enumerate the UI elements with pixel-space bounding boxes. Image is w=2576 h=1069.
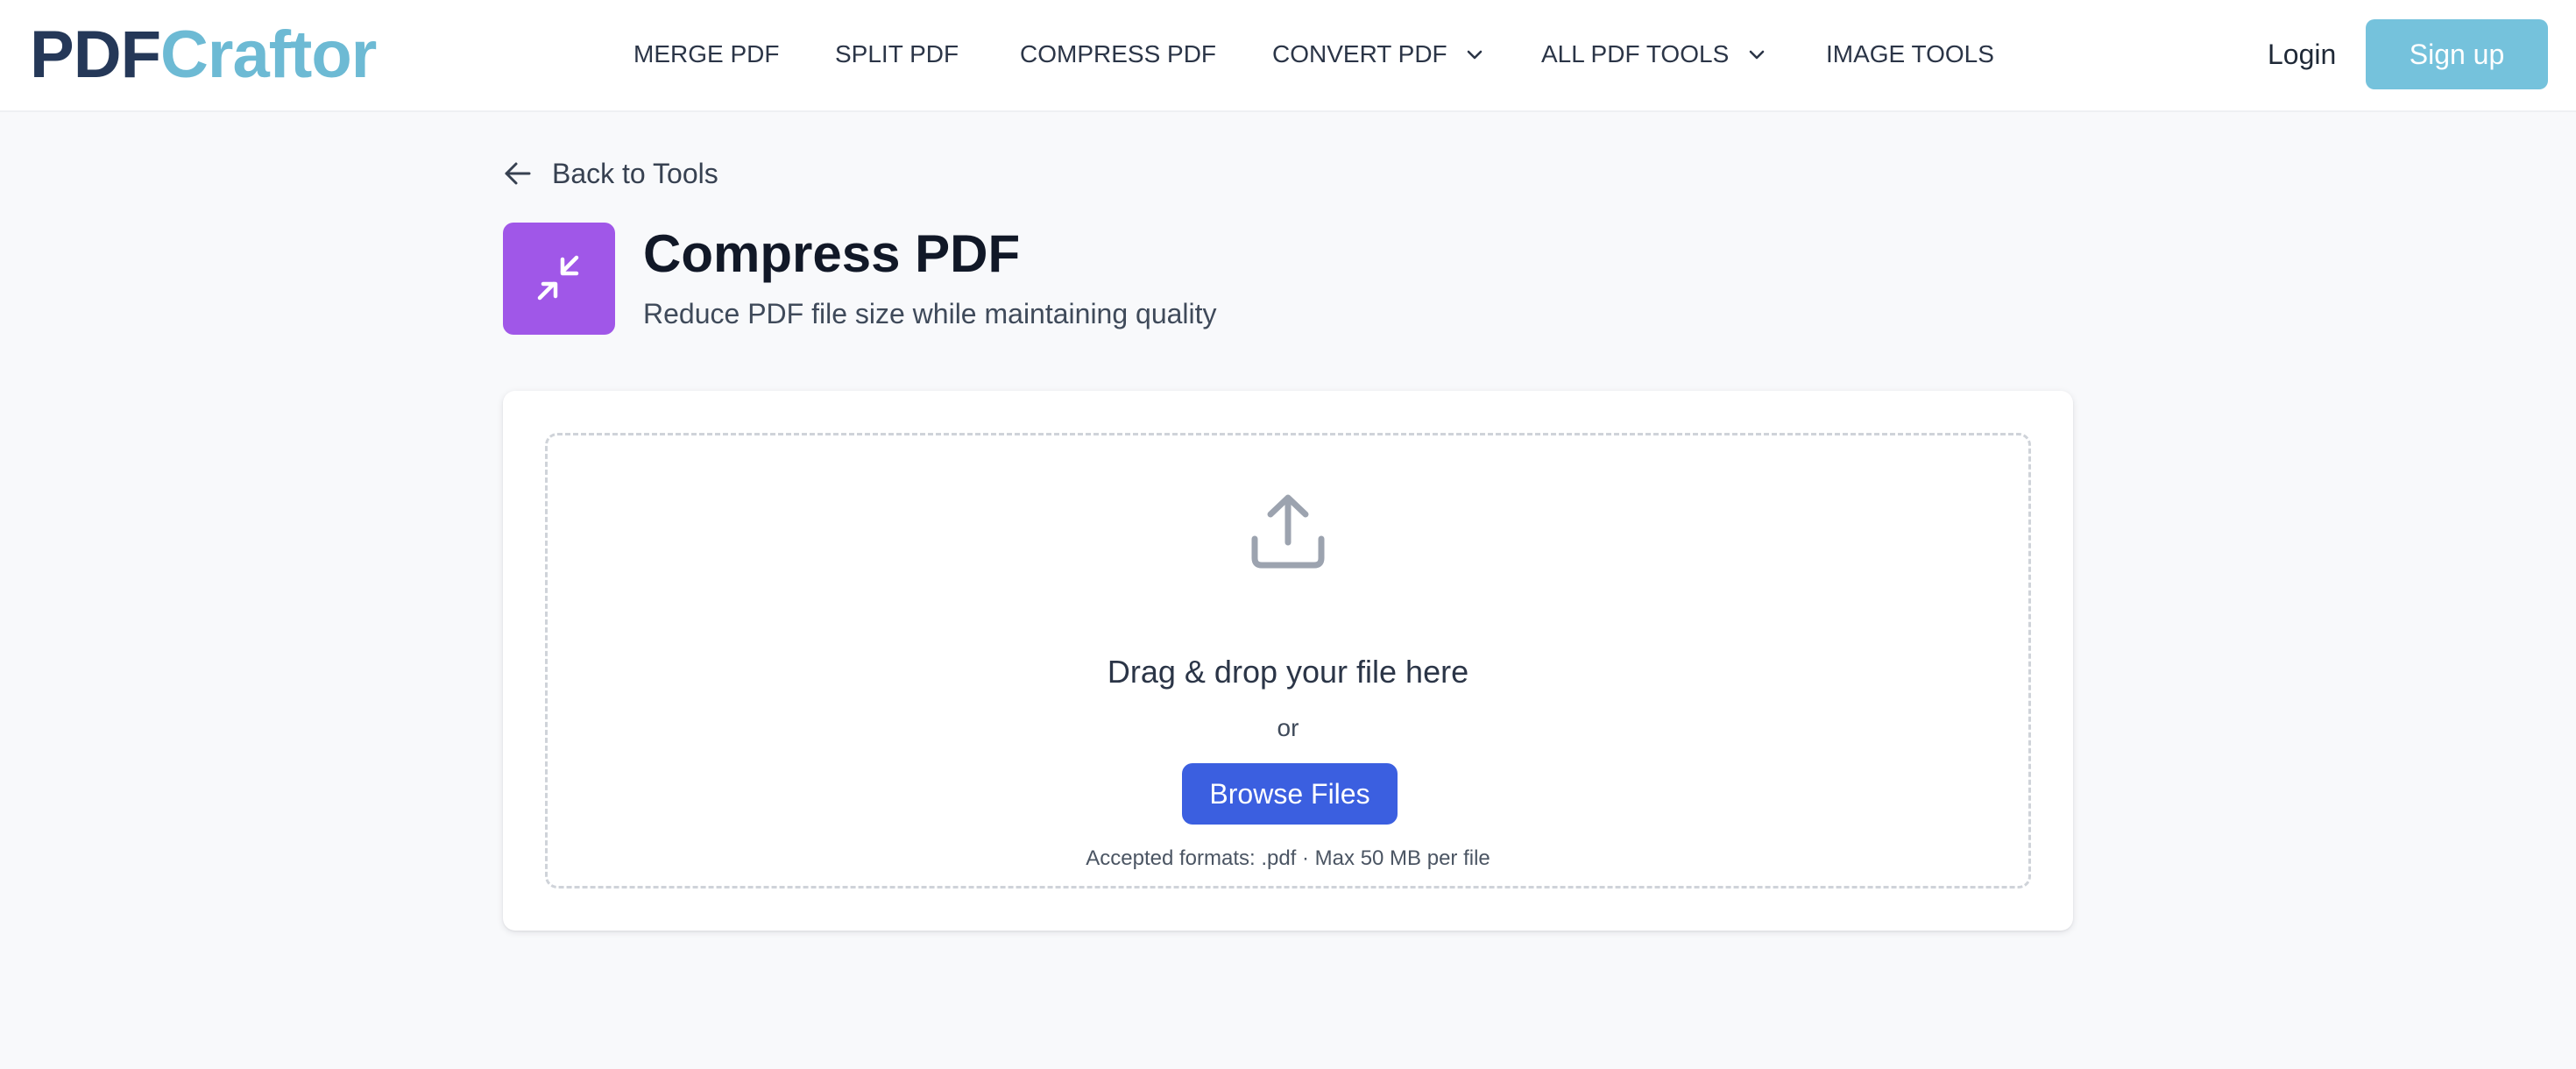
logo-text-craftor: Craftor <box>160 18 377 92</box>
nav-split-pdf[interactable]: SPLIT PDF <box>835 35 959 74</box>
nav-label: IMAGE TOOLS <box>1826 40 1994 67</box>
chevron-down-icon <box>1468 50 1483 59</box>
nav-label: CONVERT PDF <box>1272 40 1447 67</box>
logo-text-pdf: PDF <box>30 18 161 92</box>
dropzone-title: Drag & drop your file here <box>1107 654 1469 690</box>
nav-label: MERGE PDF <box>633 40 780 67</box>
page-title: Compress PDF <box>643 224 1021 283</box>
signup-button[interactable]: Sign up <box>2366 19 2548 89</box>
browse-files-button[interactable]: Browse Files <box>1182 763 1398 825</box>
top-navbar: PDFCraftor MERGE PDF SPLIT PDF COMPRESS … <box>0 0 2576 112</box>
file-dropzone[interactable]: Drag & drop your file here or Browse Fil… <box>545 433 2031 888</box>
upload-icon <box>1251 494 1325 569</box>
nav-image-tools[interactable]: IMAGE TOOLS <box>1826 35 1994 74</box>
nav-label: COMPRESS PDF <box>1020 40 1217 67</box>
tool-icon-badge <box>503 223 615 335</box>
accepted-formats-note: Accepted formats: .pdf · Max 50 MB per f… <box>1086 846 1490 870</box>
nav-merge-pdf[interactable]: MERGE PDF <box>633 35 779 74</box>
page-subtitle: Reduce PDF file size while maintaining q… <box>643 298 1217 329</box>
nav-label: ALL PDF TOOLS <box>1541 40 1730 67</box>
back-link-label: Back to Tools <box>552 158 718 189</box>
upload-card: Drag & drop your file here or Browse Fil… <box>503 391 2073 931</box>
dropzone-or-text: or <box>1277 714 1299 741</box>
compress-arrows-icon <box>537 255 579 301</box>
nav-compress-pdf[interactable]: COMPRESS PDF <box>1020 35 1216 74</box>
login-link[interactable]: Login <box>2268 33 2336 75</box>
nav-all-pdf-tools[interactable]: ALL PDF TOOLS <box>1541 35 1766 74</box>
nav-label: SPLIT PDF <box>835 40 959 67</box>
logo[interactable]: PDFCraftor <box>30 16 377 95</box>
arrow-left-icon <box>505 162 531 185</box>
nav-convert-pdf[interactable]: CONVERT PDF <box>1272 35 1483 74</box>
chevron-down-icon <box>1749 50 1765 59</box>
